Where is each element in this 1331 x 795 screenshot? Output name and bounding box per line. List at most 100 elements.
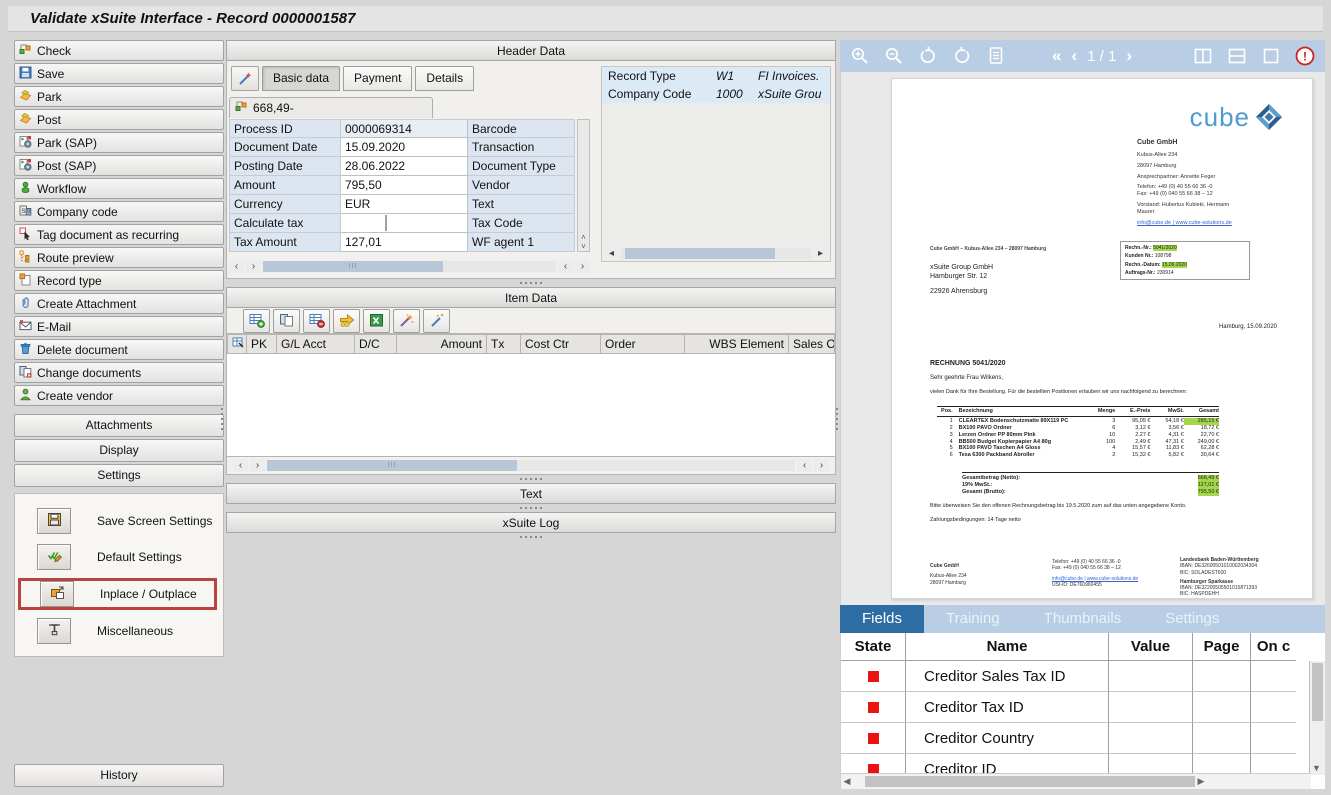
scroll-right-icon[interactable]: ▸ [813, 247, 828, 260]
column-header[interactable]: Sales Ord. [789, 334, 835, 354]
splitter-header-item[interactable] [226, 279, 836, 287]
save-screen-settings-button[interactable] [37, 508, 71, 534]
splitter-item-text[interactable] [226, 475, 836, 483]
sidebar-item-delete-document[interactable]: Delete document [14, 339, 224, 360]
sidebar-item-create-attachment[interactable]: Create Attachment [14, 293, 224, 314]
prev-page-icon[interactable]: ‹ [1071, 44, 1077, 68]
field-row[interactable]: Creditor Sales Tax ID [841, 661, 1325, 692]
record-panel-hscrollbar[interactable]: ◂ ▸ [602, 245, 830, 261]
sidebar-item-park-sap[interactable]: Park (SAP) [14, 132, 224, 153]
wand-alt-icon[interactable] [423, 309, 450, 333]
table-selector-icon[interactable] [227, 334, 247, 354]
delete-row-icon[interactable] [303, 309, 330, 333]
first-page-icon[interactable]: « [1052, 44, 1061, 68]
next-page-icon[interactable]: › [1126, 44, 1132, 68]
sidebar-item-company-code[interactable]: SCompany code [14, 201, 224, 222]
item-table-body[interactable] [226, 354, 836, 457]
column-header[interactable]: WBS Element [685, 334, 789, 354]
single-page-icon[interactable] [1259, 44, 1283, 68]
field-value[interactable] [1109, 661, 1193, 692]
scroll-right-icon[interactable]: › [250, 459, 265, 472]
two-rows-icon[interactable] [1225, 44, 1249, 68]
column-header[interactable]: PK [247, 334, 277, 354]
scroll-right-icon[interactable]: › [814, 459, 829, 472]
field-value[interactable] [1109, 692, 1193, 723]
fields-vscrollbar[interactable]: ▼ [1309, 661, 1325, 775]
item-table-hscrollbar[interactable]: ‹› ΙΙΙ ‹› [226, 457, 836, 475]
sidebar-item-route-preview[interactable]: Route preview [14, 247, 224, 268]
zoom-in-icon[interactable] [848, 44, 872, 68]
scroll-left-icon[interactable]: ◂ [604, 247, 619, 260]
sidebar-panel-settings[interactable]: Settings [14, 464, 224, 487]
text-section-bar[interactable]: Text [226, 483, 836, 504]
field-row[interactable]: Creditor Country [841, 723, 1325, 754]
copy-row-icon[interactable] [273, 309, 300, 333]
document-viewer[interactable]: cube Cube GmbH Kubus-Allee 234 28097 Ham… [840, 72, 1325, 605]
sidebar-item-record-type[interactable]: Record type [14, 270, 224, 291]
tab-payment[interactable]: Payment [343, 66, 412, 91]
sidebar-item-post[interactable]: Post [14, 109, 224, 130]
xsuite-log-section-bar[interactable]: xSuite Log [226, 512, 836, 533]
splitter-text-log[interactable] [226, 504, 836, 512]
column-header[interactable]: Order [601, 334, 685, 354]
wand-icon[interactable] [393, 309, 420, 333]
insert-row-icon[interactable] [243, 309, 270, 333]
scroll-down-icon[interactable]: ˅ [581, 242, 586, 251]
header-data-section-bar[interactable]: Header Data [226, 40, 836, 61]
tab-thumbnails[interactable]: Thumbnails [1022, 605, 1144, 633]
scroll-right-icon[interactable]: › [575, 260, 590, 273]
header-fields-vscrollbar[interactable]: ˄˅ [577, 119, 590, 252]
default-settings-button[interactable] [37, 544, 71, 570]
calculate-tax-checkbox[interactable] [385, 215, 387, 231]
column-header[interactable]: G/L Acct [277, 334, 355, 354]
transfer-icon[interactable] [333, 309, 360, 333]
splitter-log-bottom[interactable] [226, 533, 836, 541]
inplace-outplace-button[interactable] [40, 581, 74, 607]
sidebar-item-park[interactable]: Park [14, 86, 224, 107]
miscellaneous-button[interactable] [37, 618, 71, 644]
sidebar-item-save[interactable]: Save [14, 63, 224, 84]
tab-fields[interactable]: Fields [840, 605, 924, 633]
sidebar-item-workflow[interactable]: Workflow [14, 178, 224, 199]
rotate-cw-icon[interactable] [950, 44, 974, 68]
scroll-right-icon[interactable]: ▶ [1195, 776, 1207, 787]
field-row[interactable]: Creditor Tax ID [841, 692, 1325, 723]
rotate-ccw-icon[interactable] [916, 44, 940, 68]
tab-basic-data[interactable]: Basic data [262, 66, 340, 91]
column-header[interactable]: Tx [487, 334, 521, 354]
tab-training[interactable]: Training [924, 605, 1022, 633]
sidebar-item-check[interactable]: Check [14, 40, 224, 61]
scroll-left-icon[interactable]: ‹ [229, 260, 244, 273]
sidebar-item-post-sap[interactable]: Post (SAP) [14, 155, 224, 176]
history-button[interactable]: History [14, 764, 224, 787]
scroll-down-icon[interactable]: ▼ [1312, 763, 1321, 773]
document-date-field[interactable]: 15.09.2020 [341, 138, 468, 157]
two-columns-icon[interactable] [1191, 44, 1215, 68]
item-data-section-bar[interactable]: Item Data [226, 287, 836, 308]
header-fields-hscrollbar[interactable]: ‹› ΙΙΙ ‹› [229, 258, 590, 274]
tab-details[interactable]: Details [415, 66, 474, 91]
sidebar-item-change-documents[interactable]: Change documents [14, 362, 224, 383]
fields-hscrollbar[interactable]: ◀▶ [841, 773, 1311, 789]
column-header[interactable]: Amount [397, 334, 487, 354]
column-header[interactable]: Cost Ctr [521, 334, 601, 354]
sidebar-item-create-vendor[interactable]: Create vendor [14, 385, 224, 406]
scroll-up-icon[interactable]: ˄ [581, 233, 586, 242]
export-excel-icon[interactable] [363, 309, 390, 333]
column-header[interactable]: D/C [355, 334, 397, 354]
zoom-out-icon[interactable] [882, 44, 906, 68]
amount-field[interactable]: 795,50 [341, 176, 468, 195]
document-icon[interactable] [984, 44, 1008, 68]
scroll-left-icon[interactable]: ◀ [841, 776, 853, 787]
field-value[interactable] [1109, 723, 1193, 754]
posting-date-field[interactable]: 28.06.2022 [341, 157, 468, 176]
sidebar-item-email[interactable]: E-Mail [14, 316, 224, 337]
process-id-field[interactable]: 0000069314 [341, 119, 468, 138]
scroll-left-icon[interactable]: ‹ [558, 260, 573, 273]
alert-icon[interactable]: ! [1293, 44, 1317, 68]
sidebar-panel-attachments[interactable]: Attachments [14, 414, 224, 437]
sidebar-splitter[interactable] [221, 408, 223, 430]
wand-button[interactable] [231, 66, 259, 91]
scroll-right-icon[interactable]: › [246, 260, 261, 273]
currency-field[interactable]: EUR [341, 195, 468, 214]
